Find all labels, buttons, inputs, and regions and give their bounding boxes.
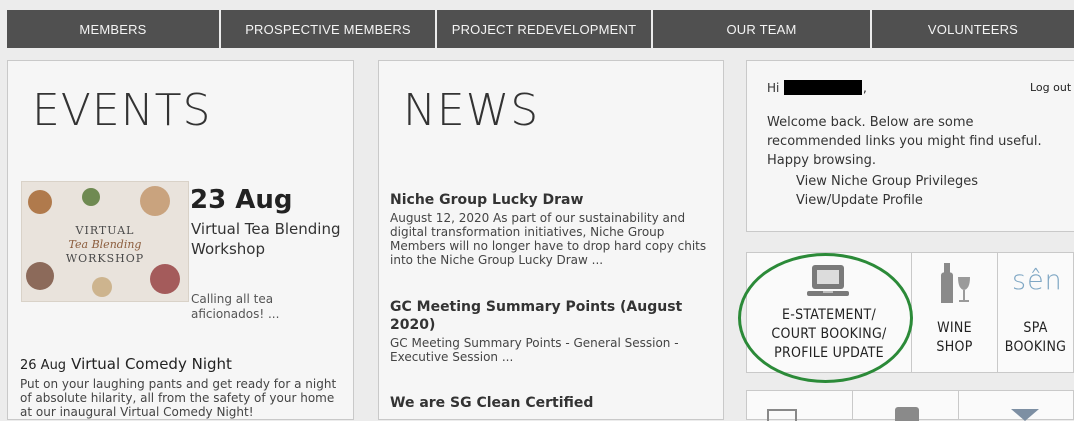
event-item-second[interactable]: 26 Aug Virtual Comedy Night Put on your … xyxy=(20,354,340,419)
tile-row2-item[interactable] xyxy=(852,390,959,421)
tile-spa-booking[interactable]: sên SPA BOOKING xyxy=(997,252,1074,373)
news-title[interactable]: We are SG Clean Certified xyxy=(390,394,715,412)
event-title-link[interactable]: Virtual Tea Blending Workshop xyxy=(191,219,341,259)
events-heading: EVENTS xyxy=(32,85,212,136)
tea-bowl-shape xyxy=(82,188,100,206)
tile-row2-item[interactable] xyxy=(958,390,1074,421)
card-icon xyxy=(895,407,919,421)
account-panel: Hi , Log out Welcome back. Below are som… xyxy=(746,60,1074,232)
news-item[interactable]: We are SG Clean Certified xyxy=(390,394,715,412)
view-privileges-link[interactable]: View Niche Group Privileges xyxy=(796,174,978,189)
nav-project-redevelopment[interactable]: PROJECT REDEVELOPMENT xyxy=(437,10,653,48)
event-title: Virtual Comedy Night xyxy=(71,355,232,373)
logout-link[interactable]: Log out xyxy=(1030,81,1071,94)
news-title[interactable]: GC Meeting Summary Points (August 2020) xyxy=(390,298,715,334)
news-body: August 12, 2020 As part of our sustainab… xyxy=(390,211,707,267)
tile-label: SPA BOOKING xyxy=(1004,320,1067,355)
news-body: GC Meeting Summary Points - General Sess… xyxy=(390,336,679,364)
nav-our-team[interactable]: OUR TEAM xyxy=(653,10,872,48)
event-image-tea-workshop[interactable]: VIRTUAL Tea Blending WORKSHOP xyxy=(21,181,189,302)
spa-logo-icon: sên xyxy=(1012,265,1063,296)
events-panel: EVENTS VIRTUAL Tea Blending WORKSHOP 23 … xyxy=(7,60,354,420)
event-image-caption: VIRTUAL Tea Blending WORKSHOP xyxy=(65,224,145,265)
nav-members[interactable]: MEMBERS xyxy=(7,10,221,48)
greeting-comma: , xyxy=(863,81,867,95)
event-date: 23 Aug xyxy=(190,185,293,215)
news-item[interactable]: Niche Group Lucky Draw August 12, 2020 A… xyxy=(390,191,715,267)
event-description: Put on your laughing pants and get ready… xyxy=(20,377,337,419)
event-description: Calling all tea aficionados! ... xyxy=(191,292,280,321)
welcome-message: Welcome back. Below are some recommended… xyxy=(767,115,1042,168)
tile-row2-item[interactable] xyxy=(746,390,853,421)
nav-volunteers[interactable]: VOLUNTEERS xyxy=(872,10,1074,48)
tea-bowl-shape xyxy=(28,190,52,214)
news-title[interactable]: Niche Group Lucky Draw xyxy=(390,191,715,209)
greeting: Hi xyxy=(767,81,780,95)
update-profile-link[interactable]: View/Update Profile xyxy=(796,193,923,208)
tea-bowl-shape xyxy=(26,262,54,290)
highlight-circle xyxy=(738,253,913,383)
tea-bowl-shape xyxy=(150,264,180,294)
news-heading: NEWS xyxy=(403,85,540,136)
tea-bowl-shape xyxy=(140,186,170,216)
nav-prospective-members[interactable]: PROSPECTIVE MEMBERS xyxy=(221,10,437,48)
tile-label: WINE SHOP xyxy=(936,320,973,355)
redacted-username xyxy=(784,80,862,95)
main-nav: MEMBERS PROSPECTIVE MEMBERS PROJECT REDE… xyxy=(7,10,1074,48)
tile-wine-shop[interactable]: WINE SHOP xyxy=(911,252,998,373)
news-item[interactable]: GC Meeting Summary Points (August 2020) … xyxy=(390,298,715,364)
tea-bowl-shape xyxy=(92,277,112,297)
calendar-icon xyxy=(767,409,797,421)
cocktail-icon xyxy=(1011,409,1039,421)
wine-bottle-glass-icon xyxy=(941,263,970,303)
event-date: 26 Aug xyxy=(20,358,67,373)
news-panel: NEWS Niche Group Lucky Draw August 12, 2… xyxy=(378,60,724,420)
